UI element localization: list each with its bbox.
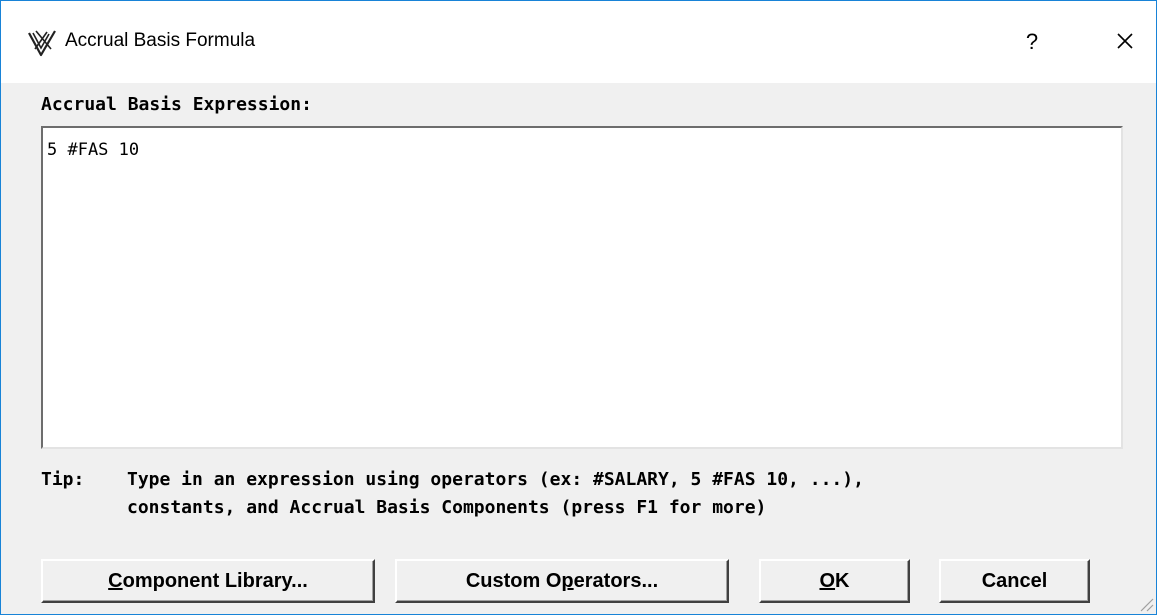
tip-line-1: Type in an expression using operators (e… [127, 469, 864, 490]
ok-button[interactable]: OK [759, 559, 910, 603]
custom-operators-label-pre: Custom O [465, 570, 562, 592]
expression-label: Accrual Basis Expression: [41, 94, 312, 115]
expression-input[interactable] [41, 126, 1123, 449]
close-icon[interactable] [1105, 21, 1145, 61]
tip-text: Type in an expression using operators (e… [127, 466, 864, 522]
custom-operators-mnemonic: p [561, 570, 574, 592]
tip-line-2: constants, and Accrual Basis Components … [127, 497, 767, 518]
cancel-button[interactable]: Cancel [939, 559, 1090, 603]
component-library-label: omponent Library... [122, 570, 308, 592]
help-button[interactable]: ? [1017, 27, 1047, 57]
custom-operators-button[interactable]: Custom Operators... [395, 559, 729, 603]
tip-label: Tip: [41, 469, 85, 490]
custom-operators-label-rest: erators... [573, 570, 659, 592]
ok-label: K [835, 570, 850, 592]
window-title: Accrual Basis Formula [65, 30, 256, 51]
resize-grip-icon[interactable] [1136, 594, 1154, 612]
ok-mnemonic: O [819, 570, 836, 592]
component-library-button[interactable]: Component Library... [41, 559, 375, 603]
component-library-mnemonic: C [108, 570, 123, 592]
title-bar[interactable]: Accrual Basis Formula ? [1, 1, 1156, 83]
accrual-basis-formula-dialog: Accrual Basis Formula ? Accrual Basis Ex… [0, 0, 1157, 615]
app-logo-icon [28, 30, 56, 57]
